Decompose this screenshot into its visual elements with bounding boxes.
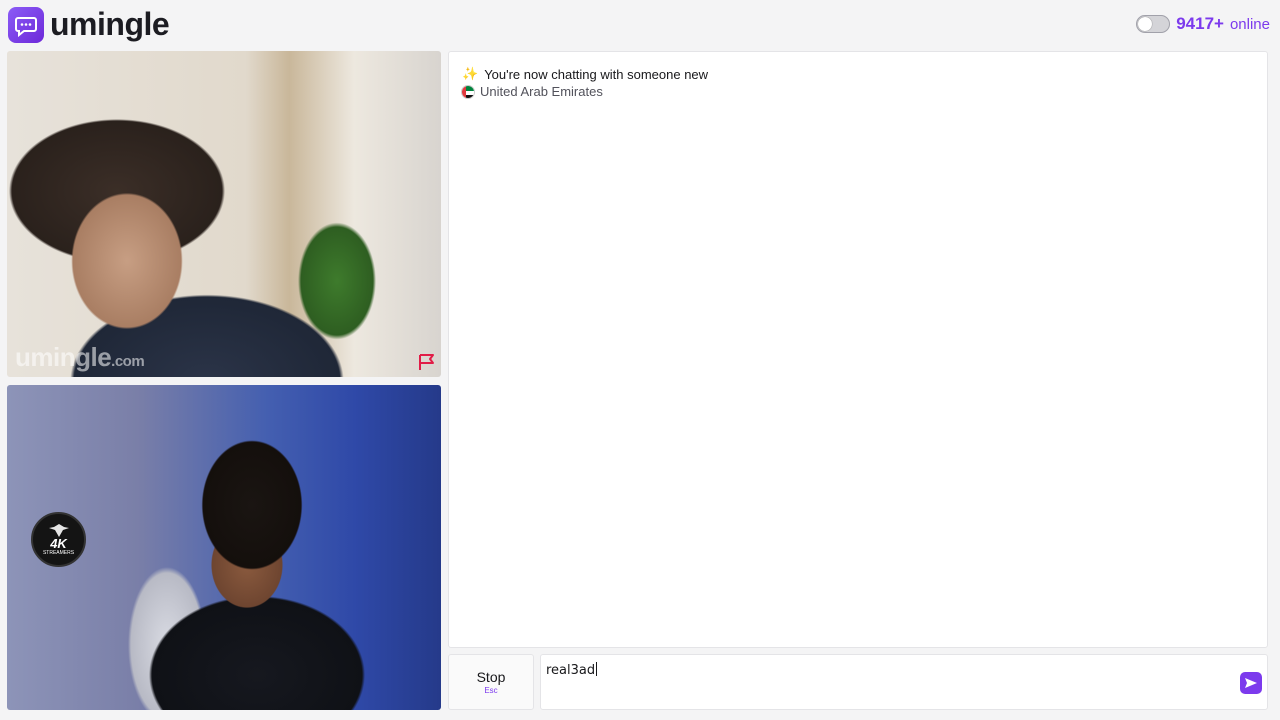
online-count: 9417+	[1176, 14, 1224, 33]
text-caret	[596, 662, 598, 676]
chat-panel: ✨ You're now chatting with someone new U…	[448, 51, 1268, 648]
self-video: 4K STREAMERS	[7, 385, 441, 710]
stranger-country: United Arab Emirates	[461, 84, 603, 99]
online-indicator: 9417+ online	[1136, 14, 1270, 34]
watermark-main: umingle	[15, 342, 112, 372]
channel-badge-main: 4K	[50, 535, 67, 551]
video-watermark: umingle.com	[15, 342, 145, 373]
watermark-suffix: .com	[111, 353, 145, 370]
channel-badge-sub: STREAMERS	[42, 549, 75, 556]
message-input-text: real3ad	[546, 662, 598, 678]
stop-label: Stop	[476, 669, 506, 685]
sparkle-icon: ✨	[462, 66, 479, 81]
send-arrow-icon	[1245, 678, 1257, 688]
send-button[interactable]	[1240, 672, 1262, 694]
country-name: United Arab Emirates	[480, 84, 603, 99]
toggle-switch-icon[interactable]	[1136, 15, 1171, 33]
channel-logo-badge: 4K STREAMERS	[31, 512, 86, 567]
stop-shortcut: Esc	[484, 686, 498, 695]
site-logo[interactable]: umingle	[8, 6, 170, 43]
stranger-video: umingle.com	[7, 51, 441, 377]
system-message: ✨ You're now chatting with someone new	[462, 66, 708, 82]
uae-flag-icon	[461, 84, 475, 99]
online-label: online	[1229, 15, 1270, 33]
logo-text: umingle	[50, 6, 170, 42]
chat-bubble-icon	[8, 6, 44, 43]
system-message-text: You're now chatting with someone new	[484, 66, 709, 82]
message-value: real3ad	[546, 663, 596, 678]
stop-button[interactable]: Stop Esc	[448, 654, 534, 710]
flag-report-icon[interactable]	[417, 353, 437, 371]
message-input[interactable]: real3ad	[540, 654, 1268, 710]
